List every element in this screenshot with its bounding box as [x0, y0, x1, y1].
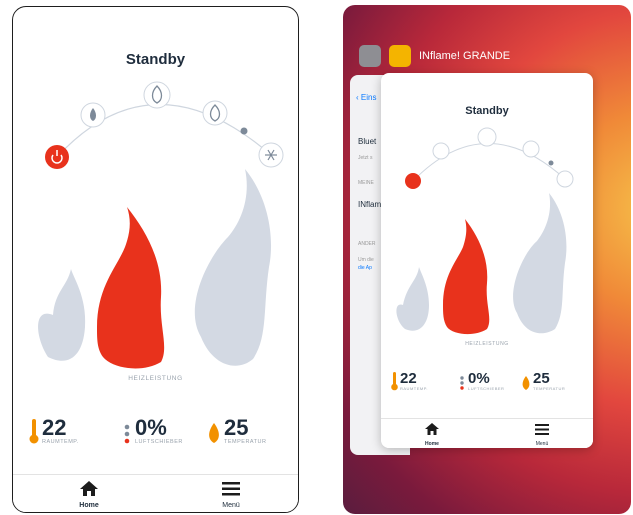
mini-home-icon [425, 423, 439, 435]
settings-row: Um die [358, 257, 374, 263]
tab-bar: Home Menü [13, 474, 298, 512]
settings-row: Jetzt s [358, 155, 373, 161]
mini-temperature-stat: 25 TEMPERATUR [521, 371, 565, 391]
mini-room-temp-label: RAUMTEMP. [400, 386, 428, 391]
mini-temperature-value: 25 [533, 370, 550, 387]
app-switcher-header: INflame! GRANDE [359, 45, 510, 67]
mini-air-damper-value: 0% [468, 370, 490, 387]
room-temp-stat: 22 RAUMTEMP. [29, 417, 79, 445]
mini-menu-icon [535, 424, 549, 435]
mini-heizleistung-label: HEIZLEISTUNG [465, 341, 509, 347]
room-temp-value: 22 [42, 415, 67, 440]
power-button[interactable] [45, 145, 69, 169]
left-phone-screen: Standby HEIZLEISTUNG 22 RAUMTEMP. 0% LUF… [12, 6, 299, 513]
mini-flame-selector [396, 127, 574, 335]
tab-menu-label: Menü [222, 502, 240, 509]
level-indicator-dot [240, 127, 248, 135]
flame-high-button[interactable] [202, 100, 228, 126]
tab-home[interactable]: Home [69, 479, 109, 509]
mini-temperature-label: TEMPERATUR [533, 386, 566, 391]
air-damper-label: LUFTSCHIEBER [135, 439, 183, 445]
mini-tab-home[interactable]: Home [417, 422, 447, 447]
flame-level-selector [38, 81, 284, 369]
mini-air-damper-label: LUFTSCHIEBER [468, 386, 505, 391]
settings-row: MEINE [358, 180, 374, 186]
mini-air-damper-stat: 0% LUFTSCHIEBER [459, 371, 504, 391]
inflame-app-icon [389, 45, 411, 67]
mini-tab-menu-label: Menü [535, 441, 549, 447]
settings-back-label: Eins [360, 93, 377, 102]
air-damper-stat: 0% LUFTSCHIEBER [123, 417, 183, 445]
inflame-app-card[interactable]: Standby HEIZLEISTUNG 22 RAUMTEMP. 0% LUF… [381, 73, 593, 448]
mini-flame-medium-button[interactable] [477, 127, 497, 147]
mini-flame-temp-icon [522, 376, 530, 390]
app-switcher-title: INflame! GRANDE [419, 50, 511, 62]
settings-row: INflam [358, 200, 382, 209]
thermometer-icon [29, 419, 39, 444]
flame-low-button[interactable] [80, 102, 106, 128]
mini-room-temp-stat: 22 RAUMTEMP. [391, 371, 428, 391]
eco-mode-button[interactable] [258, 142, 284, 168]
mini-level-dot [548, 160, 554, 166]
flame-medium-button[interactable] [143, 81, 171, 109]
air-damper-value: 0% [135, 415, 167, 440]
temperature-stat: 25 TEMPERATUR [207, 417, 266, 445]
flame-illustration [38, 169, 272, 369]
heizleistung-label: HEIZLEISTUNG [128, 375, 183, 382]
temperature-label: TEMPERATUR [224, 439, 267, 445]
air-damper-icon [124, 424, 130, 444]
temperature-value: 25 [224, 415, 249, 440]
mini-tab-home-label: Home [425, 441, 439, 447]
flame-temp-icon [209, 423, 219, 443]
settings-app-icon [359, 45, 381, 67]
settings-row: ANDER [358, 241, 376, 247]
settings-back-link[interactable]: ‹ Eins [356, 93, 376, 102]
mini-tab-bar: Home Menü [381, 418, 593, 448]
mini-flame-low-button[interactable] [432, 142, 450, 160]
tab-home-label: Home [79, 502, 99, 509]
mini-air-damper-icon [460, 376, 464, 390]
mini-room-temp-value: 22 [400, 370, 417, 387]
mini-thermometer-icon [391, 372, 398, 391]
home-icon [80, 481, 98, 496]
settings-row: die Ap [358, 265, 372, 271]
mini-power-button[interactable] [405, 173, 421, 189]
app-switcher-screen: INflame! GRANDE ‹ Eins Bluet Jetzt s MEI… [343, 5, 631, 514]
settings-row: Bluet [358, 137, 377, 146]
mini-flame-high-button[interactable] [522, 140, 540, 158]
tab-menu[interactable]: Menü [211, 479, 251, 509]
mini-eco-button[interactable] [556, 170, 574, 188]
mini-tab-menu[interactable]: Menü [527, 422, 557, 447]
room-temp-label: RAUMTEMP. [42, 439, 79, 445]
menu-icon [222, 482, 240, 496]
